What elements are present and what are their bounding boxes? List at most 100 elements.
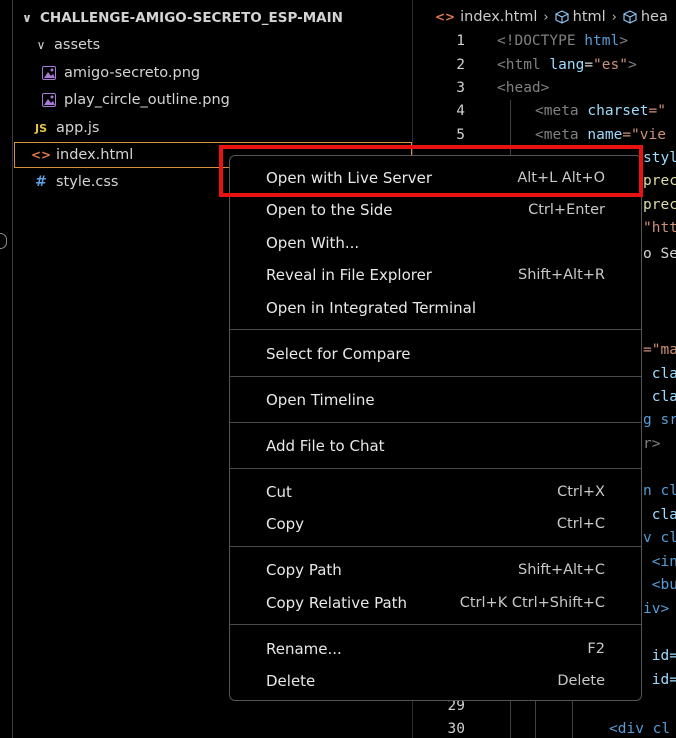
- code-fragment: styl: [643, 150, 676, 166]
- menu-separator: [230, 546, 641, 547]
- file-label: app.js: [56, 120, 100, 136]
- menu-item-shortcut: Shift+Alt+R: [518, 267, 605, 283]
- menu-item-cut[interactable]: Cut Ctrl+X: [230, 477, 641, 507]
- menu-item-shortcut: Ctrl+Enter: [528, 202, 605, 218]
- code-fragment: <in: [643, 554, 676, 570]
- menu-item-shortcut: F2: [587, 641, 605, 657]
- menu-item-rename[interactable]: Rename... F2: [230, 634, 641, 664]
- line-number: 30: [447, 721, 465, 737]
- line-number: 5: [456, 127, 465, 143]
- css-file-icon: #: [35, 174, 47, 190]
- menu-item-label: Open Timeline: [266, 391, 375, 409]
- chevron-right-icon: ›: [611, 9, 617, 25]
- menu-item-label: Open to the Side: [266, 201, 393, 219]
- code-fragment: id=: [643, 648, 676, 664]
- code-line[interactable]: <head>: [497, 80, 549, 96]
- line-number: 3: [456, 80, 465, 96]
- menu-separator: [230, 468, 641, 469]
- menu-item-open-with-live-server[interactable]: Open with Live Server Alt+L Alt+O: [230, 163, 641, 193]
- code-fragment: g sr: [643, 412, 676, 428]
- tree-file-app-js[interactable]: JS app.js: [14, 115, 412, 141]
- menu-item-copy-path[interactable]: Copy Path Shift+Alt+C: [230, 555, 641, 585]
- menu-item-shortcut: Ctrl+X: [557, 484, 605, 500]
- chevron-right-icon: ›: [543, 9, 549, 25]
- menu-item-label: Open in Integrated Terminal: [266, 299, 476, 317]
- code-fragment: ="ma: [643, 342, 676, 358]
- tree-indent-guide: [12, 0, 13, 738]
- menu-item-open-timeline[interactable]: Open Timeline: [230, 385, 641, 415]
- code-line[interactable]: <meta charset=": [535, 103, 666, 119]
- file-label: play_circle_outline.png: [64, 92, 230, 108]
- explorer-root-folder[interactable]: ∨ CHALLENGE-AMIGO-SECRETO_ESP-MAIN: [14, 5, 412, 31]
- menu-item-select-for-compare[interactable]: Select for Compare: [230, 339, 641, 369]
- menu-item-shortcut: Shift+Alt+C: [517, 562, 605, 578]
- line-number: 2: [456, 57, 465, 73]
- code-fragment: cla: [643, 507, 676, 523]
- menu-separator: [230, 624, 641, 625]
- menu-separator: [230, 376, 641, 377]
- menu-item-label: Copy Path: [266, 561, 342, 579]
- menu-item-shortcut: Ctrl+K Ctrl+Shift+C: [459, 595, 605, 611]
- html-file-icon: <>: [435, 10, 456, 24]
- code-line[interactable]: <!DOCTYPE html>: [497, 33, 628, 49]
- tree-file-amigo-secreto[interactable]: amigo-secreto.png: [14, 60, 412, 86]
- line-number: 4: [456, 103, 465, 119]
- root-folder-label: CHALLENGE-AMIGO-SECRETO_ESP-MAIN: [40, 10, 343, 26]
- menu-item-label: Reveal in File Explorer: [266, 266, 432, 284]
- menu-item-label: Delete: [266, 672, 316, 690]
- code-line[interactable]: <div cl: [609, 721, 670, 737]
- code-fragment: r>: [643, 436, 661, 452]
- chevron-down-icon: ∨: [22, 11, 32, 25]
- code-fragment: cla: [643, 389, 676, 405]
- breadcrumb-item-file[interactable]: index.html: [460, 9, 537, 25]
- menu-item-copy-relative-path[interactable]: Copy Relative Path Ctrl+K Ctrl+Shift+C: [230, 588, 641, 618]
- code-fragment: id=: [643, 672, 676, 688]
- tree-file-play-circle-outline[interactable]: play_circle_outline.png: [14, 87, 412, 113]
- code-fragment: "htt: [643, 220, 676, 236]
- breadcrumb-item-head[interactable]: hea: [641, 9, 668, 25]
- code-fragment: cla: [643, 366, 676, 382]
- context-menu: Open with Live Server Alt+L Alt+O Open t…: [229, 155, 642, 701]
- js-file-icon: JS: [34, 121, 47, 135]
- menu-item-label: Cut: [266, 483, 292, 501]
- menu-item-shortcut: Alt+L Alt+O: [517, 170, 605, 186]
- menu-separator: [230, 422, 641, 423]
- code-fragment: v cl: [643, 530, 676, 546]
- menu-item-label: Add File to Chat: [266, 437, 385, 455]
- menu-item-copy[interactable]: Copy Ctrl+C: [230, 509, 641, 539]
- code-fragment: preco: [643, 197, 676, 213]
- menu-item-label: Copy: [266, 515, 305, 533]
- menu-item-label: Select for Compare: [266, 345, 411, 363]
- menu-item-add-file-to-chat[interactable]: Add File to Chat: [230, 431, 641, 461]
- menu-separator: [230, 329, 641, 330]
- menu-item-open-in-integrated-terminal[interactable]: Open in Integrated Terminal: [230, 293, 641, 323]
- activity-badge: [0, 233, 7, 249]
- chevron-down-icon: ∨: [36, 38, 46, 52]
- menu-item-shortcut: Delete: [557, 673, 605, 689]
- menu-item-open-to-the-side[interactable]: Open to the Side Ctrl+Enter: [230, 195, 641, 225]
- menu-item-shortcut: Ctrl+C: [556, 516, 605, 532]
- image-file-icon: [42, 66, 56, 80]
- file-label: index.html: [56, 147, 134, 163]
- code-line[interactable]: <html lang="es">: [497, 57, 637, 73]
- code-fragment: <bu: [643, 577, 676, 593]
- image-file-icon: [42, 93, 56, 107]
- line-number: 1: [456, 33, 465, 49]
- menu-item-label: Open with Live Server: [266, 169, 433, 187]
- code-fragment: preco: [643, 173, 676, 189]
- menu-item-delete[interactable]: Delete Delete: [230, 666, 641, 696]
- code-line[interactable]: <meta name="vie: [535, 127, 666, 143]
- menu-item-open-with[interactable]: Open With...: [230, 228, 641, 258]
- element-box-icon: [623, 10, 637, 24]
- code-fragment: o Se: [643, 246, 676, 262]
- menu-item-label: Open With...: [266, 234, 360, 252]
- breadcrumb: <> index.html › html › hea: [413, 4, 676, 30]
- menu-item-label: Rename...: [266, 640, 342, 658]
- tree-folder-assets[interactable]: ∨ assets: [14, 32, 412, 58]
- breadcrumb-item-html[interactable]: html: [573, 9, 606, 25]
- file-label: amigo-secreto.png: [64, 65, 201, 81]
- code-fragment: n cl: [643, 483, 676, 499]
- file-label: style.css: [56, 174, 119, 190]
- element-box-icon: [555, 10, 569, 24]
- menu-item-reveal-in-file-explorer[interactable]: Reveal in File Explorer Shift+Alt+R: [230, 260, 641, 290]
